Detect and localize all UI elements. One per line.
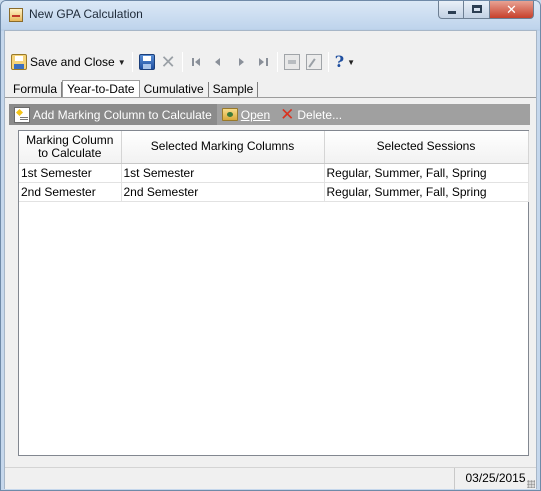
minimize-icon [448, 11, 456, 14]
delete-label: Delete... [297, 107, 343, 122]
save-and-close-icon [11, 54, 27, 70]
action-bar: Add Marking Column to Calculate Open ✕ D… [9, 104, 530, 125]
save-icon [138, 54, 155, 70]
add-marking-column-label: Add Marking Column to Calculate [33, 107, 212, 122]
maximize-button[interactable] [464, 1, 490, 19]
chevron-down-icon[interactable]: ▼ [118, 58, 126, 67]
chevron-down-icon[interactable]: ▼ [347, 58, 355, 67]
add-item-icon [14, 106, 30, 123]
add-marking-column-button[interactable]: Add Marking Column to Calculate [9, 104, 217, 125]
table-cell: 2nd Semester [121, 182, 325, 202]
table-row[interactable]: 2nd Semester 2nd Semester Regular, Summe… [19, 182, 529, 202]
marking-columns-table: Marking Column to Calculate Selected Mar… [19, 131, 529, 202]
last-record-icon [255, 54, 271, 70]
help-button[interactable]: ? ▼ [332, 51, 358, 73]
toolbar-separator [327, 52, 329, 72]
delete-icon: ✕ [280, 104, 295, 124]
document-icon [283, 54, 300, 70]
previous-record-icon [211, 54, 227, 70]
edit-button[interactable] [303, 51, 325, 73]
caption-buttons: ✕ [438, 1, 534, 19]
status-bar: 03/25/2015 [5, 467, 536, 490]
table-row[interactable]: 1st Semester 1st Semester Regular, Summe… [19, 163, 529, 183]
marking-columns-grid: Marking Column to Calculate Selected Mar… [18, 130, 529, 456]
save-and-close-button[interactable]: Save and Close ▼ [8, 51, 129, 73]
window-title: New GPA Calculation [29, 7, 143, 21]
tab-divider [5, 97, 536, 98]
open-folder-icon [221, 108, 238, 121]
window-client-area: Save and Close ▼ ✕ ? ▼ Formula Year-to-D… [4, 30, 537, 490]
resize-grip-icon[interactable] [527, 480, 535, 488]
close-button[interactable]: ✕ [490, 1, 534, 19]
tab-formula[interactable]: Formula [9, 82, 63, 98]
toolbar-separator [276, 52, 278, 72]
delete-icon: ✕ [160, 52, 176, 72]
year-to-date-panel: Add Marking Column to Calculate Open ✕ D… [9, 100, 534, 464]
previous-record-button[interactable] [208, 51, 230, 73]
tab-cumulative[interactable]: Cumulative [140, 82, 209, 98]
table-cell: 1st Semester [19, 163, 122, 183]
close-icon: ✕ [506, 2, 517, 17]
tab-strip: Formula Year-to-Date Cumulative Sample [9, 80, 259, 98]
app-icon [9, 8, 23, 22]
save-and-close-label: Save and Close [30, 55, 115, 69]
maximize-icon [472, 5, 482, 13]
table-cell: 1st Semester [121, 163, 325, 183]
minimize-button[interactable] [438, 1, 464, 19]
table-header-row: Marking Column to Calculate Selected Mar… [19, 131, 529, 164]
next-record-button[interactable] [230, 51, 252, 73]
title-bar[interactable]: New GPA Calculation ✕ [1, 1, 540, 29]
column-header-selected-sessions[interactable]: Selected Sessions [324, 131, 529, 164]
gpa-calculation-window: New GPA Calculation ✕ Save and Close ▼ ✕ [0, 0, 541, 491]
delete-button[interactable]: ✕ [158, 51, 179, 73]
open-button[interactable]: Open [217, 104, 275, 125]
open-label: Open [240, 107, 271, 122]
save-button[interactable] [136, 51, 158, 73]
edit-icon [305, 54, 322, 70]
first-record-icon [189, 54, 205, 70]
document-button[interactable] [281, 51, 303, 73]
toolbar-separator [131, 52, 133, 72]
column-header-marking-column[interactable]: Marking Column to Calculate [19, 131, 122, 164]
status-date: 03/25/2015 [454, 468, 536, 490]
tab-year-to-date[interactable]: Year-to-Date [62, 80, 140, 98]
next-record-icon [233, 54, 249, 70]
last-record-button[interactable] [252, 51, 274, 73]
toolbar: Save and Close ▼ ✕ ? ▼ [5, 48, 536, 76]
first-record-button[interactable] [186, 51, 208, 73]
column-header-selected-marking-columns[interactable]: Selected Marking Columns [121, 131, 325, 164]
tab-sample[interactable]: Sample [209, 82, 259, 98]
table-cell: 2nd Semester [19, 182, 122, 202]
help-icon: ? [334, 52, 345, 71]
delete-row-button[interactable]: ✕ Delete... [275, 104, 347, 125]
table-cell: Regular, Summer, Fall, Spring [324, 182, 529, 202]
toolbar-separator [181, 52, 183, 72]
table-cell: Regular, Summer, Fall, Spring [324, 163, 529, 183]
